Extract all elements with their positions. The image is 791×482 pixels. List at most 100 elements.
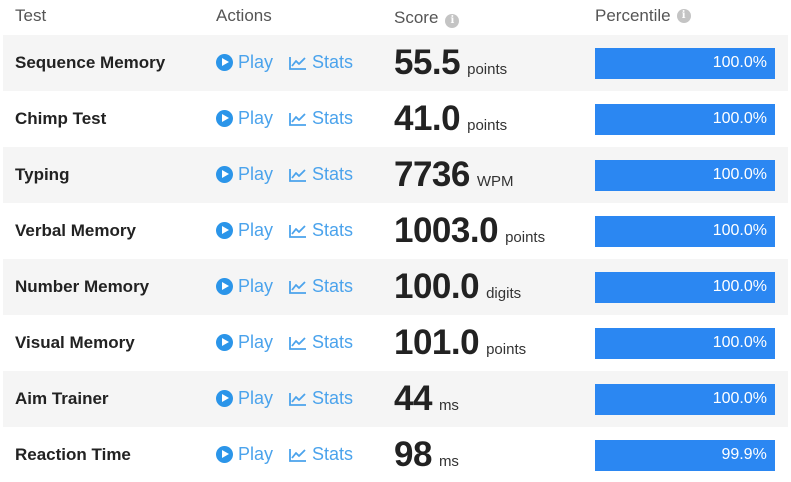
- table-row: Reaction Time Play Stats 98 ms 99.9%: [3, 427, 788, 482]
- score: 100.0 digits: [394, 267, 521, 307]
- table-row: Visual Memory Play Stats 101.0 points 10…: [3, 315, 788, 371]
- line-chart-icon: [289, 336, 306, 350]
- table-row: Number Memory Play Stats 100.0 digits 10…: [3, 259, 788, 315]
- percentile-info-icon[interactable]: i: [676, 9, 691, 23]
- percentile-fill: 100.0%: [595, 216, 775, 247]
- percentile-fill: 99.9%: [595, 440, 775, 471]
- table-row: Sequence Memory Play Stats 55.5 points 1…: [3, 35, 788, 91]
- score: 1003.0 points: [394, 211, 545, 251]
- test-name: Number Memory: [15, 277, 150, 296]
- stats-label: Stats: [312, 276, 354, 296]
- play-button[interactable]: Play: [216, 108, 273, 129]
- line-chart-icon: [289, 168, 306, 182]
- results-table: Test Actions Score i Percentile i Sequen…: [0, 0, 791, 482]
- score-value: 41.0: [394, 99, 461, 138]
- line-chart-icon: [289, 392, 306, 406]
- test-name: Visual Memory: [15, 333, 135, 352]
- line-chart-icon: [289, 280, 306, 294]
- stats-label: Stats: [312, 332, 354, 352]
- table-body: Sequence Memory Play Stats 55.5 points 1…: [0, 35, 791, 482]
- play-button[interactable]: Play: [216, 52, 273, 73]
- percentile-fill: 100.0%: [595, 48, 775, 79]
- percentile-value: 100.0%: [712, 222, 767, 239]
- header-actions: Actions: [216, 6, 272, 26]
- header-actions-label: Actions: [216, 6, 272, 25]
- play-icon: [216, 54, 233, 71]
- stats-label: Stats: [312, 164, 354, 184]
- play-button[interactable]: Play: [216, 276, 273, 297]
- percentile-bar: 100.0%: [595, 272, 775, 303]
- test-name: Sequence Memory: [15, 53, 166, 72]
- play-button[interactable]: Play: [216, 164, 273, 185]
- table-row: Aim Trainer Play Stats 44 ms 100.0%: [3, 371, 788, 427]
- test-name: Typing: [15, 165, 70, 184]
- score-unit: points: [505, 229, 546, 246]
- stats-button[interactable]: Stats: [289, 164, 353, 185]
- play-label: Play: [238, 164, 274, 184]
- percentile-fill: 100.0%: [595, 384, 775, 415]
- header-test: Test: [15, 6, 46, 26]
- play-button[interactable]: Play: [216, 388, 273, 409]
- score-value: 44: [394, 379, 432, 418]
- percentile-fill: 100.0%: [595, 104, 775, 135]
- score-unit: WPM: [476, 173, 514, 190]
- stats-button[interactable]: Stats: [289, 108, 353, 129]
- line-chart-icon: [289, 56, 306, 70]
- stats-button[interactable]: Stats: [289, 52, 353, 73]
- score-unit: points: [467, 61, 508, 78]
- stats-label: Stats: [312, 388, 354, 408]
- play-icon: [216, 166, 233, 183]
- percentile-bar: 99.9%: [595, 440, 775, 471]
- score-value: 98: [394, 435, 432, 474]
- percentile-fill: 100.0%: [595, 328, 775, 359]
- stats-label: Stats: [312, 108, 354, 128]
- play-label: Play: [238, 108, 274, 128]
- score: 7736 WPM: [394, 155, 514, 195]
- stats-button[interactable]: Stats: [289, 276, 353, 297]
- stats-button[interactable]: Stats: [289, 388, 353, 409]
- percentile-fill: 100.0%: [595, 160, 775, 191]
- table-row: Chimp Test Play Stats 41.0 points 100.0%: [3, 91, 788, 147]
- play-label: Play: [238, 276, 274, 296]
- score-unit: ms: [438, 453, 459, 470]
- test-name: Aim Trainer: [15, 389, 109, 408]
- header-test-label: Test: [15, 6, 47, 25]
- score-value: 1003.0: [394, 211, 499, 250]
- percentile-bar: 100.0%: [595, 48, 775, 79]
- play-icon: [216, 334, 233, 351]
- header-percentile-label: Percentile: [595, 6, 671, 25]
- score-value: 100.0: [394, 267, 480, 306]
- score-unit: ms: [438, 397, 459, 414]
- table-row: Verbal Memory Play Stats 1003.0 points 1…: [3, 203, 788, 259]
- play-label: Play: [238, 220, 274, 240]
- play-icon: [216, 446, 233, 463]
- stats-button[interactable]: Stats: [289, 444, 353, 465]
- score-value: 7736: [394, 155, 470, 194]
- percentile-bar: 100.0%: [595, 104, 775, 135]
- table-row: Typing Play Stats 7736 WPM 100.0%: [3, 147, 788, 203]
- score-value: 101.0: [394, 323, 480, 362]
- score-unit: digits: [486, 285, 522, 302]
- line-chart-icon: [289, 448, 306, 462]
- score-unit: points: [486, 341, 527, 358]
- percentile-value: 100.0%: [712, 166, 767, 183]
- percentile-value: 99.9%: [721, 446, 767, 463]
- play-label: Play: [238, 332, 274, 352]
- play-icon: [216, 110, 233, 127]
- score-info-icon[interactable]: i: [445, 14, 460, 28]
- header-percentile: Percentile i: [595, 6, 691, 26]
- percentile-value: 100.0%: [712, 334, 767, 351]
- play-button[interactable]: Play: [216, 332, 273, 353]
- test-name: Verbal Memory: [15, 221, 136, 240]
- stats-button[interactable]: Stats: [289, 332, 353, 353]
- score: 44 ms: [394, 379, 459, 419]
- stats-button[interactable]: Stats: [289, 220, 353, 241]
- play-icon: [216, 390, 233, 407]
- play-label: Play: [238, 444, 274, 464]
- play-button[interactable]: Play: [216, 220, 273, 241]
- percentile-value: 100.0%: [712, 110, 767, 127]
- stats-label: Stats: [312, 444, 354, 464]
- play-button[interactable]: Play: [216, 444, 273, 465]
- score: 98 ms: [394, 435, 459, 475]
- percentile-bar: 100.0%: [595, 384, 775, 415]
